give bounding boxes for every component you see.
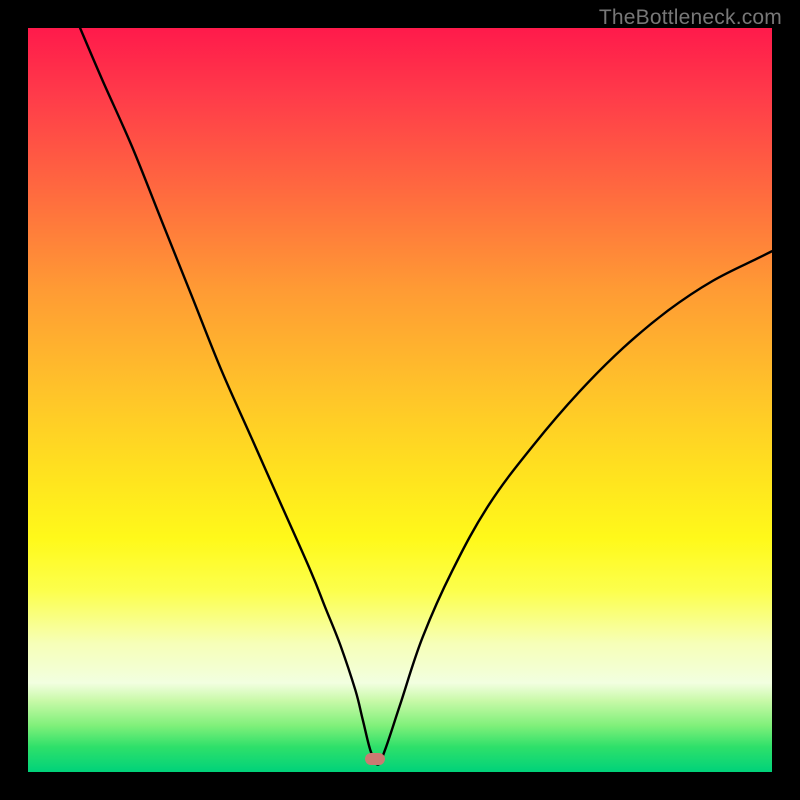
- chart-frame: TheBottleneck.com: [0, 0, 800, 800]
- optimal-point-marker: [365, 753, 385, 765]
- plot-area: [28, 28, 772, 772]
- bottleneck-curve: [28, 28, 772, 772]
- curve-path: [80, 28, 772, 765]
- watermark-text: TheBottleneck.com: [599, 6, 782, 30]
